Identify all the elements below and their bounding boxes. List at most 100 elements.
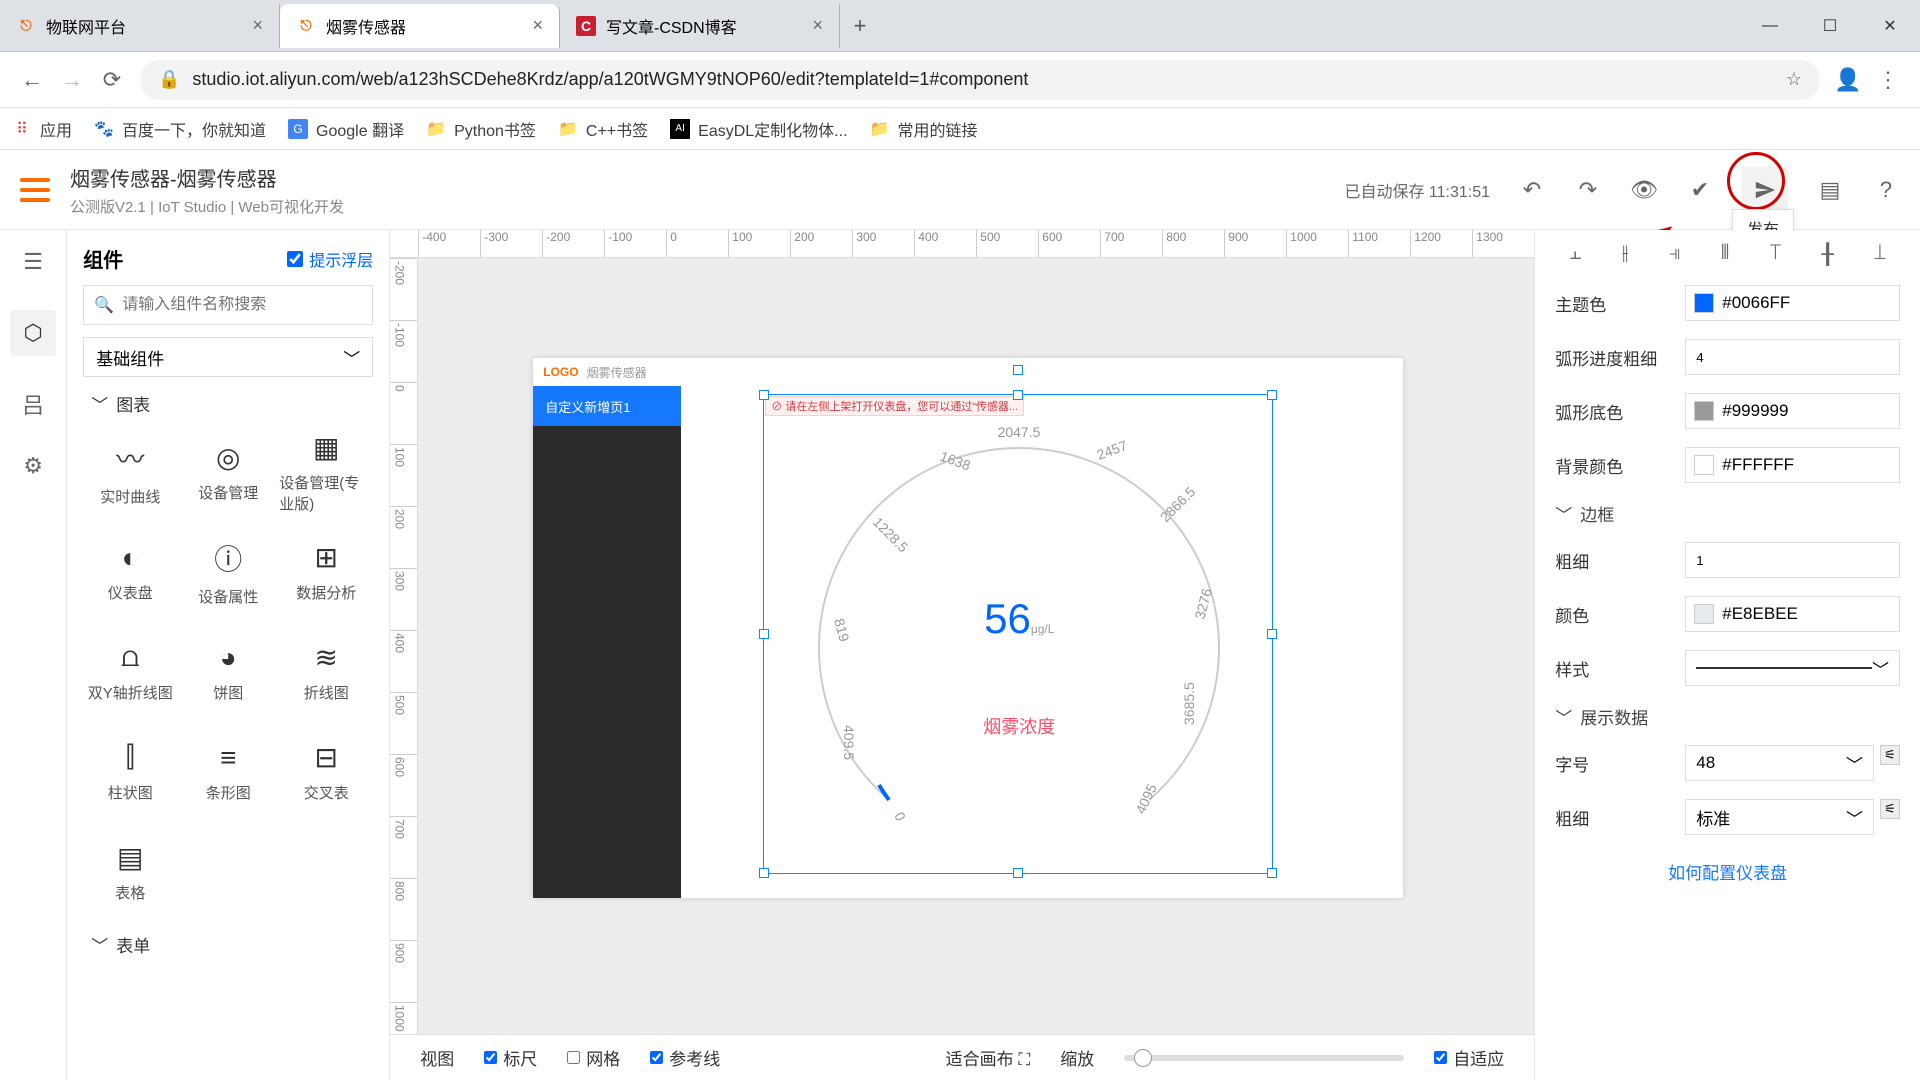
comp-device-mgmt[interactable]: ◎设备管理 (181, 426, 275, 518)
fit-canvas-button[interactable]: 适合画布 ⛶ (946, 1045, 1031, 1070)
arc-bg-input[interactable]: #999999 (1685, 393, 1900, 429)
hint-float-checkbox[interactable]: 提示浮层 (287, 247, 373, 271)
tab-csdn[interactable]: C 写文章-CSDN博客 × (560, 4, 840, 48)
data-display-section[interactable]: ﹀展示数据 (1555, 704, 1900, 729)
components-icon[interactable]: ⬡ (10, 310, 56, 356)
section-charts[interactable]: ﹀图表 (83, 391, 373, 416)
maximize-button[interactable]: ☐ (1800, 6, 1860, 46)
component-search[interactable]: 🔍 (83, 285, 373, 325)
comp-dual-y-line[interactable]: ⩍双Y轴折线图 (83, 626, 177, 718)
bind-data-icon[interactable]: ⚟ (1880, 799, 1900, 819)
comp-device-attr[interactable]: ⓘ设备属性 (181, 526, 275, 618)
preview-button[interactable]: 👁 (1630, 176, 1658, 204)
border-color-input[interactable]: #E8EBEE (1685, 596, 1900, 632)
comp-line[interactable]: ≋折线图 (279, 626, 373, 718)
align-middle-icon[interactable]: ╂ (1822, 242, 1834, 267)
favicon-icon: ⎋ (16, 16, 36, 36)
layers-icon[interactable]: ☰ (19, 248, 47, 276)
comp-table[interactable]: ▤表格 (83, 826, 177, 918)
search-input[interactable] (122, 296, 362, 314)
publish-button[interactable]: 发布 (1742, 167, 1788, 213)
align-top-icon[interactable]: ⟙ (1770, 242, 1782, 267)
align-left-icon[interactable]: ⫠ (1569, 242, 1581, 267)
forward-button[interactable]: → (52, 60, 92, 100)
structure-icon[interactable]: 吕 (19, 390, 47, 418)
border-width-input[interactable] (1685, 542, 1900, 578)
font-size-select[interactable]: 48﹀ (1685, 745, 1874, 781)
bind-data-icon[interactable]: ⚟ (1880, 745, 1900, 765)
undo-button[interactable]: ↶ (1518, 176, 1546, 204)
comp-cross-table[interactable]: ⊟交叉表 (279, 726, 373, 818)
zoom-slider[interactable] (1124, 1055, 1404, 1061)
comp-data-analysis[interactable]: ⊞数据分析 (279, 526, 373, 618)
bookmark-cpp[interactable]: 📁C++书签 (558, 117, 648, 141)
profile-icon[interactable]: 👤 (1828, 60, 1868, 100)
border-section[interactable]: ﹀边框 (1555, 501, 1900, 526)
resize-handle[interactable] (759, 868, 769, 878)
resize-handle[interactable] (759, 390, 769, 400)
bookmark-python[interactable]: 📁Python书签 (426, 117, 536, 141)
resize-handle[interactable] (1013, 868, 1023, 878)
back-button[interactable]: ← (12, 60, 52, 100)
ruler-checkbox[interactable]: 标尺 (484, 1045, 537, 1070)
settings-icon[interactable]: ⚙ (19, 452, 47, 480)
bookmark-easydl[interactable]: AIEasyDL定制化物体... (670, 117, 847, 141)
category-select[interactable]: 基础组件 ﹀ (83, 337, 373, 377)
bookmark-baidu[interactable]: 🐾百度一下，你就知道 (94, 117, 266, 141)
tab-smoke-sensor[interactable]: ⎋ 烟雾传感器 × (280, 4, 560, 48)
resize-handle[interactable] (1267, 629, 1277, 639)
arc-width-input[interactable] (1685, 339, 1900, 375)
tab-iot-platform[interactable]: ⎋ 物联网平台 × (0, 4, 280, 48)
address-bar[interactable]: 🔒 studio.iot.aliyun.com/web/a123hSCDehe8… (140, 60, 1820, 100)
comp-bar[interactable]: ⫿柱状图 (83, 726, 177, 818)
comp-device-mgmt-pro[interactable]: ▦设备管理(专业版) (279, 426, 373, 518)
resize-handle[interactable] (1267, 868, 1277, 878)
grid-checkbox[interactable]: 网格 (567, 1045, 620, 1070)
section-forms[interactable]: ﹀表单 (83, 932, 373, 957)
comp-realtime-curve[interactable]: 〰实时曲线 (83, 426, 177, 518)
close-icon[interactable]: × (532, 15, 543, 36)
rotate-handle[interactable] (1013, 365, 1023, 375)
check-button[interactable]: ✔ (1686, 176, 1714, 204)
lock-icon: 🔒 (158, 69, 180, 90)
menu-hamburger-icon[interactable] (20, 178, 50, 202)
bookmark-google-translate[interactable]: GGoogle 翻译 (288, 117, 404, 141)
reload-button[interactable]: ⟳ (92, 60, 132, 100)
comp-pie[interactable]: ◕饼图 (181, 626, 275, 718)
canvas-stage[interactable]: LOGO 烟雾传感器 自定义新增页1 ⊘ 请在左侧上架打开仪表盘，您可以通过“传… (418, 258, 1534, 1034)
doc-button[interactable]: ▤ (1816, 176, 1844, 204)
resize-handle[interactable] (1267, 390, 1277, 400)
theme-color-input[interactable]: #0066FF (1685, 285, 1900, 321)
font-weight-select[interactable]: 标准﹀ (1685, 799, 1874, 835)
help-link[interactable]: 如何配置仪表盘 (1555, 859, 1900, 884)
close-icon[interactable]: × (812, 15, 823, 36)
comp-gauge[interactable]: ◐仪表盘 (83, 526, 177, 618)
minimize-button[interactable]: — (1740, 6, 1800, 46)
bookmarks-bar: ⠿应用 🐾百度一下，你就知道 GGoogle 翻译 📁Python书签 📁C++… (0, 108, 1920, 150)
collapse-panel-button[interactable]: › (1534, 660, 1535, 708)
distribute-h-icon[interactable]: ⫴ (1721, 242, 1729, 267)
close-icon[interactable]: × (252, 15, 263, 36)
close-window-button[interactable]: ✕ (1860, 6, 1920, 46)
comp-hbar[interactable]: ≡条形图 (181, 726, 275, 818)
bookmark-common-links[interactable]: 📁常用的链接 (870, 117, 978, 141)
guides-checkbox[interactable]: 参考线 (650, 1045, 720, 1070)
bookmark-apps[interactable]: ⠿应用 (12, 117, 72, 141)
autosave-status: 已自动保存 11:31:51 (1344, 178, 1490, 202)
gauge-selection[interactable]: 0 409.5 819 1228.5 1638 2047.5 2457 2866… (763, 394, 1273, 874)
artboard[interactable]: LOGO 烟雾传感器 自定义新增页1 ⊘ 请在左侧上架打开仪表盘，您可以通过“传… (533, 358, 1403, 898)
help-button[interactable]: ? (1872, 176, 1900, 204)
resize-handle[interactable] (1013, 390, 1023, 400)
adaptive-checkbox[interactable]: 自适应 (1434, 1045, 1504, 1070)
redo-button[interactable]: ↷ (1574, 176, 1602, 204)
star-icon[interactable]: ☆ (1786, 69, 1802, 90)
artboard-nav-item[interactable]: 自定义新增页1 (533, 386, 681, 426)
align-center-h-icon[interactable]: ⫲ (1622, 242, 1628, 267)
resize-handle[interactable] (759, 629, 769, 639)
align-bottom-icon[interactable]: ⟘ (1874, 242, 1886, 267)
border-style-select[interactable]: ﹀ (1685, 650, 1900, 686)
new-tab-button[interactable]: + (840, 13, 880, 39)
menu-icon[interactable]: ⋮ (1868, 60, 1908, 100)
bg-color-input[interactable]: #FFFFFF (1685, 447, 1900, 483)
align-right-icon[interactable]: ⫣ (1669, 242, 1681, 267)
